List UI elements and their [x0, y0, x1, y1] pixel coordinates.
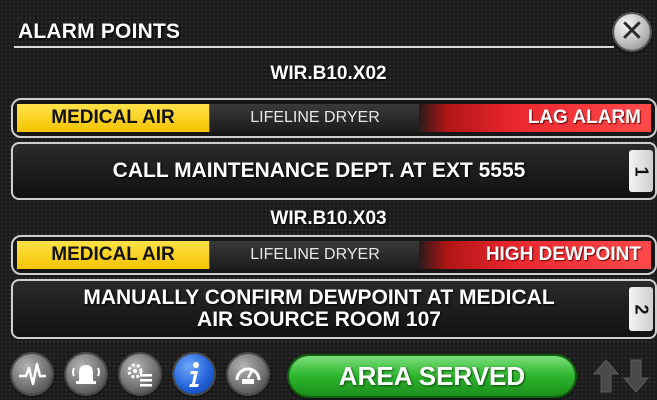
- alarm-index-badge: 2: [629, 287, 653, 331]
- alarm-bell-button[interactable]: [66, 354, 106, 394]
- alarm-index: 1: [631, 165, 652, 177]
- point-id-2: WIR.B10.X03: [270, 208, 387, 229]
- source-label: LIFELINE DRYER: [209, 104, 421, 132]
- info-icon: [189, 362, 199, 387]
- message-text: CALL MAINTENANCE DEPT. AT EXT 5555: [112, 159, 526, 182]
- close-icon: ✕: [619, 15, 645, 48]
- gas-label: MEDICAL AIR: [17, 104, 209, 132]
- area-served-button[interactable]: AREA SERVED: [289, 356, 575, 396]
- alarm-row-1[interactable]: MEDICAL AIR LIFELINE DRYER LAG ALARM: [11, 98, 657, 138]
- point-id-1: WIR.B10.X02: [270, 63, 387, 84]
- info-button[interactable]: [174, 354, 214, 394]
- heartbeat-icon: [19, 362, 46, 386]
- alarm-status: HIGH DEWPOINT: [419, 241, 651, 269]
- alarm-status: LAG ALARM: [419, 104, 651, 132]
- settings-list-icon: [127, 363, 152, 387]
- heartbeat-button[interactable]: [12, 354, 52, 394]
- alarm-index: 2: [631, 303, 652, 315]
- alarm-message-2: MANUALLY CONFIRM DEWPOINT AT MEDICAL AIR…: [11, 279, 657, 339]
- settings-list-button[interactable]: [120, 354, 160, 394]
- arrow-up-icon[interactable]: [592, 356, 620, 396]
- alarm-index-badge: 1: [629, 150, 653, 192]
- alarm-row-2[interactable]: MEDICAL AIR LIFELINE DRYER HIGH DEWPOINT: [11, 235, 657, 275]
- header-divider: [14, 46, 614, 48]
- close-button[interactable]: ✕: [614, 14, 650, 50]
- page-title: ALARM POINTS: [18, 20, 181, 43]
- arrow-down-icon[interactable]: [622, 356, 650, 396]
- alarm-bell-icon: [72, 365, 100, 384]
- source-label: LIFELINE DRYER: [209, 241, 421, 269]
- gauge-icon: [235, 367, 261, 384]
- gas-label: MEDICAL AIR: [17, 241, 209, 269]
- message-text: MANUALLY CONFIRM DEWPOINT AT MEDICAL AIR…: [83, 286, 555, 331]
- gauge-button[interactable]: [228, 354, 268, 394]
- alarm-message-1: CALL MAINTENANCE DEPT. AT EXT 5555 1: [11, 142, 657, 200]
